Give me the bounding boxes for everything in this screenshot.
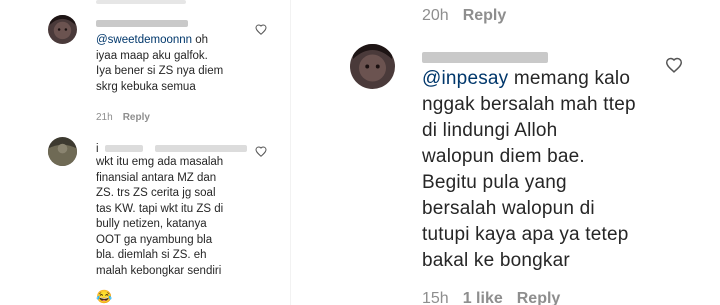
avatar[interactable] [48, 137, 77, 166]
reply-button[interactable]: Reply [123, 112, 150, 123]
timestamp: 20h [422, 7, 449, 24]
reply-button[interactable]: Reply [517, 290, 561, 305]
emoji-laughing: 😂 [96, 289, 113, 304]
comment-meta: 15h 1 like Reply [422, 290, 560, 305]
likes-count[interactable]: 1 like [463, 290, 503, 305]
avatar[interactable] [350, 44, 395, 89]
blurred-username[interactable] [422, 49, 548, 67]
panel-divider [290, 0, 291, 305]
heart-icon[interactable] [665, 57, 683, 73]
timestamp: 21h [96, 112, 113, 123]
reply-button[interactable]: Reply [463, 7, 507, 25]
heart-icon[interactable] [255, 146, 267, 157]
avatar[interactable] [48, 15, 77, 44]
heart-icon[interactable] [255, 24, 267, 35]
right-comment-panel: 20h Reply @inpesay memang kalo nggak ber… [337, 0, 720, 305]
comment-meta: 21h Reply [96, 112, 150, 123]
timestamp: 15h [422, 290, 449, 305]
comment-text: @sweetdemoonnn oh iyaa maap aku galfok. … [96, 34, 224, 93]
blurred-username[interactable] [96, 15, 188, 33]
mention-link[interactable]: @sweetdemoonnn [96, 34, 192, 46]
comment-text: @inpesay memang kalo nggak bersalah mah … [422, 68, 636, 271]
previous-comment-meta: 20h Reply [422, 7, 506, 25]
left-comment-panel: @sweetdemoonnn oh iyaa maap aku galfok. … [0, 0, 282, 305]
cut-off-meta [96, 0, 186, 4]
comment-text: wkt itu emg ada masalah finansial antara… [96, 156, 224, 277]
mention-link[interactable]: @inpesay [422, 68, 508, 89]
